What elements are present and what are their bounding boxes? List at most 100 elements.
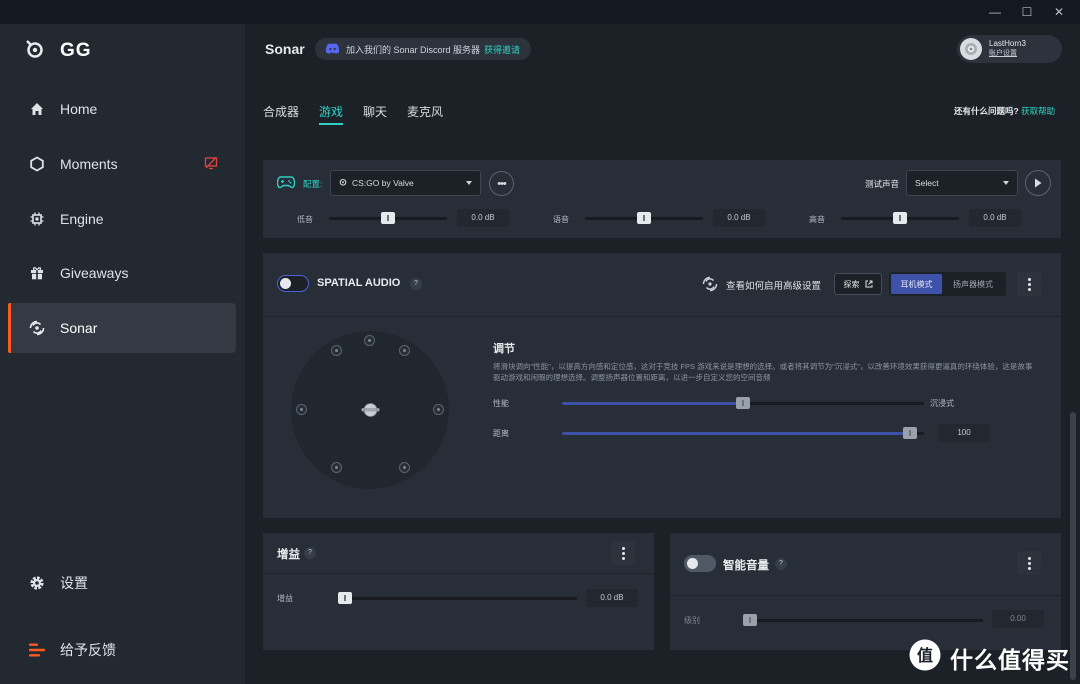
more-options-button[interactable]: ••• [489, 171, 514, 196]
get-help-link[interactable]: 获取帮助 [1021, 106, 1055, 116]
sidebar-item-label: 给予反馈 [60, 642, 116, 658]
home-icon [28, 100, 46, 118]
preset-select[interactable]: CS:GO by Valve [330, 170, 481, 196]
minimize-button[interactable]: — [985, 4, 1005, 20]
divider [670, 595, 1061, 596]
tab-microphone[interactable]: 麦克风 [407, 103, 443, 127]
spatial-description: 将滑块调向"性能"，以提高方向感和定位感，这对于竞技 FPS 游戏来说是理想的选… [493, 362, 1033, 382]
sidebar-item-giveaways[interactable]: Giveaways [8, 248, 236, 298]
adjust-title: 调节 [493, 343, 515, 355]
gain-more-button[interactable] [611, 541, 635, 565]
gain-title: 增益 [277, 549, 300, 561]
screen-off-icon [204, 156, 218, 175]
chip-icon [28, 210, 46, 228]
speaker-mode-button[interactable]: 扬声器模式 [942, 274, 1004, 294]
output-mode-toggle: 耳机模式 扬声器模式 [889, 272, 1006, 296]
distance-thumb[interactable] [903, 427, 917, 439]
explore-button[interactable]: 探索 [834, 273, 882, 295]
preset-logo-icon [339, 178, 347, 188]
balance-thumb[interactable] [736, 397, 750, 409]
distance-value[interactable]: 100 [938, 424, 990, 442]
user-name: LastHorn3 [989, 39, 1026, 48]
eq-bass-thumb[interactable] [381, 212, 395, 224]
sidebar-item-label: Sonar [60, 320, 98, 336]
smart-volume-thumb[interactable] [743, 614, 757, 626]
balance-right-label: 沉浸式 [930, 399, 954, 408]
play-test-sound-button[interactable] [1025, 170, 1051, 196]
speaker-node[interactable] [364, 335, 375, 346]
help-question: 还有什么问题吗? [954, 106, 1019, 116]
spatial-help-icon[interactable]: ? [410, 278, 422, 290]
config-panel: 配置: CS:GO by Valve ••• 测试声音 Select 低音 0.… [263, 160, 1061, 238]
app-logo[interactable]: GG [24, 38, 92, 64]
help-prompt: 还有什么问题吗? 获取帮助 [954, 105, 1055, 117]
user-menu[interactable]: LastHorn3 账户设置 [957, 35, 1062, 63]
gain-label: 增益 [277, 594, 293, 603]
account-settings-link[interactable]: 账户设置 [989, 49, 1026, 59]
external-link-icon [865, 280, 872, 288]
speaker-node[interactable] [399, 462, 410, 473]
chevron-down-icon [466, 181, 472, 185]
sonar-wave-icon [701, 275, 719, 298]
speaker-node[interactable] [296, 404, 307, 415]
discord-banner[interactable]: 加入我们的 Sonar Discord 服务器 获得邀请 [315, 38, 531, 60]
speaker-node[interactable] [433, 404, 444, 415]
sidebar-item-label: Giveaways [60, 265, 129, 281]
sonar-icon [28, 319, 46, 337]
sidebar-item-feedback[interactable]: 给予反馈 [8, 625, 236, 675]
avatar [960, 38, 982, 60]
gain-thumb[interactable] [338, 592, 352, 604]
smart-volume-title: 智能音量 [723, 560, 769, 572]
gain-track[interactable] [338, 597, 577, 600]
gain-value[interactable]: 0.0 dB [586, 589, 638, 607]
discord-invite-link[interactable]: 获得邀请 [484, 43, 520, 56]
sidebar-item-home[interactable]: Home [8, 84, 236, 134]
sidebar-item-label: Moments [60, 156, 118, 172]
tab-game[interactable]: 游戏 [319, 103, 344, 127]
speaker-node[interactable] [331, 462, 342, 473]
sidebar-item-label: Home [60, 101, 98, 117]
listener-head-icon [360, 400, 381, 425]
smart-volume-panel [670, 533, 1061, 650]
smart-volume-help-icon[interactable]: ? [775, 558, 787, 570]
eq-treble-thumb[interactable] [893, 212, 907, 224]
speaker-node[interactable] [331, 345, 342, 356]
gear-icon [28, 574, 46, 592]
preset-select-value: CS:GO by Valve [352, 178, 414, 188]
sidebar-item-engine[interactable]: Engine [8, 194, 236, 244]
tab-mixer[interactable]: 合成器 [263, 103, 299, 127]
sidebar-item-moments[interactable]: Moments [8, 139, 236, 189]
tab-chat[interactable]: 聊天 [363, 103, 387, 127]
test-sound-select-value: Select [915, 178, 939, 188]
sidebar: GG Home Moments Engine Giveaways Sonar 设… [0, 24, 245, 684]
eq-voice-thumb[interactable] [637, 212, 651, 224]
spatial-audio-toggle[interactable] [277, 275, 309, 292]
eq-bass-value[interactable]: 0.0 dB [457, 209, 509, 227]
sidebar-item-settings[interactable]: 设置 [8, 558, 236, 608]
maximize-button[interactable]: ☐ [1017, 4, 1037, 20]
eq-treble-value[interactable]: 0.0 dB [969, 209, 1021, 227]
toggle-knob [280, 278, 291, 289]
speaker-node[interactable] [399, 345, 410, 356]
close-button[interactable]: ✕ [1049, 4, 1069, 20]
smart-volume-value[interactable]: 0.00 [992, 610, 1044, 628]
toggle-knob [687, 558, 698, 569]
main-scrollbar[interactable] [1070, 412, 1076, 680]
smart-volume-more-button[interactable] [1017, 551, 1041, 575]
more-horizontal-icon: ••• [497, 177, 507, 190]
discord-text: 加入我们的 Sonar Discord 服务器 [346, 44, 481, 55]
steelseries-logo-icon [24, 38, 46, 65]
sidebar-item-sonar[interactable]: Sonar [8, 303, 236, 353]
watermark-text: 什么值得买 [950, 646, 1070, 673]
smart-volume-toggle[interactable] [684, 555, 716, 572]
gain-help-icon[interactable]: ? [304, 547, 316, 559]
headphone-mode-button[interactable]: 耳机模式 [891, 274, 942, 294]
watermark-badge-icon: 值 [908, 638, 942, 677]
smart-volume-level-label: 级别 [684, 616, 700, 625]
smart-volume-track[interactable] [743, 619, 983, 622]
spatial-more-button[interactable] [1017, 272, 1041, 296]
test-sound-label: 测试声音 [865, 179, 900, 189]
distance-fill [562, 432, 916, 435]
eq-voice-value[interactable]: 0.0 dB [713, 209, 765, 227]
test-sound-select[interactable]: Select [906, 170, 1018, 196]
